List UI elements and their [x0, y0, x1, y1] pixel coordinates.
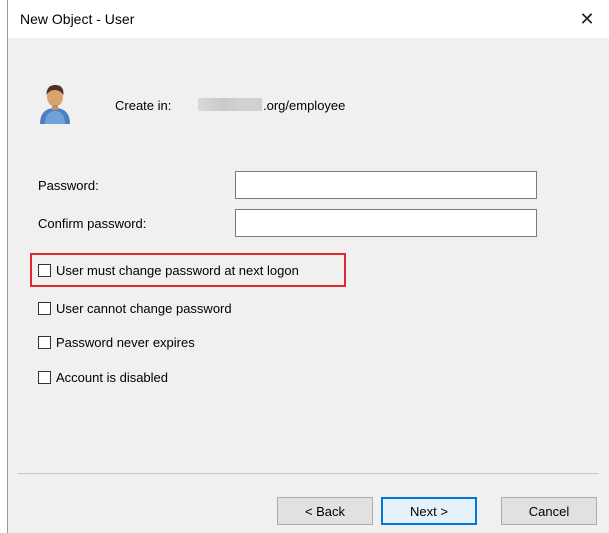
- confirm-password-label: Confirm password:: [38, 216, 147, 231]
- checkbox[interactable]: [38, 301, 51, 315]
- next-button[interactable]: Next >: [381, 497, 477, 525]
- redacted-domain: [198, 98, 262, 111]
- title-bar: New Object - User ✕: [8, 0, 609, 38]
- option-cannot-change-password[interactable]: User cannot change password: [38, 299, 232, 317]
- checkbox[interactable]: [38, 370, 51, 384]
- back-button[interactable]: < Back: [277, 497, 373, 525]
- confirm-password-input[interactable]: [235, 209, 537, 237]
- footer-separator: [18, 473, 599, 474]
- create-in-path: .org/employee: [263, 98, 346, 113]
- option-password-never-expires[interactable]: Password never expires: [38, 333, 195, 351]
- cancel-button[interactable]: Cancel: [501, 497, 597, 525]
- password-label: Password:: [38, 178, 99, 193]
- user-icon: [37, 83, 73, 128]
- create-in-label: Create in:: [115, 98, 172, 113]
- option-label: Account is disabled: [56, 369, 169, 385]
- option-must-change-password[interactable]: User must change password at next logon: [38, 261, 299, 279]
- window-title: New Object - User: [20, 11, 135, 27]
- close-icon: ✕: [579, 8, 595, 29]
- option-label: User cannot change password: [56, 300, 232, 316]
- password-input[interactable]: [235, 171, 537, 199]
- checkbox[interactable]: [38, 335, 51, 349]
- option-account-disabled[interactable]: Account is disabled: [38, 368, 168, 386]
- close-button[interactable]: ✕: [565, 0, 609, 38]
- option-label: Password never expires: [56, 334, 195, 350]
- checkbox[interactable]: [38, 263, 51, 277]
- new-object-user-dialog: New Object - User ✕ Create in: .org/empl…: [7, 0, 609, 533]
- option-label: User must change password at next logon: [56, 262, 299, 278]
